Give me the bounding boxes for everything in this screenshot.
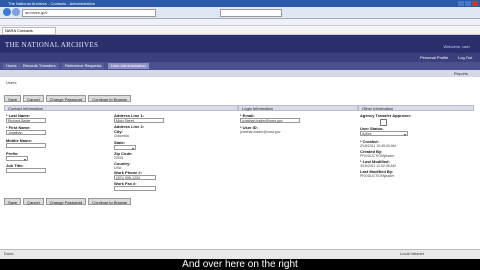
- cancel-button-bottom[interactable]: Cancel: [23, 198, 44, 205]
- page-section-label: Users: [6, 80, 17, 85]
- user-id-value: jonathan.bader@nara.gov: [240, 130, 281, 134]
- main-nav: Home Records Transfers Reference Request…: [0, 62, 480, 70]
- tab-home[interactable]: Home: [3, 63, 20, 69]
- status-text: Done: [4, 251, 14, 256]
- tab-user-administration[interactable]: User Administration: [108, 63, 149, 69]
- last-modified-value: 3/18/2011 11:52:46 AM: [360, 164, 396, 168]
- email-input[interactable]: jonathan.bader@nara.gov: [240, 118, 300, 123]
- window-controls: [458, 1, 478, 6]
- close-icon[interactable]: [472, 1, 478, 6]
- log-out-link[interactable]: Log Out: [458, 55, 472, 60]
- city-value: Columbia: [114, 134, 129, 138]
- cancel-button[interactable]: Cancel: [23, 95, 44, 102]
- tab-records-transfers[interactable]: Records Transfers: [20, 63, 59, 69]
- browser-tab[interactable]: NARA Contacts: [2, 27, 56, 35]
- save-button-bottom[interactable]: Save: [4, 198, 22, 205]
- back-icon[interactable]: [3, 8, 11, 16]
- reports-dropdown[interactable]: Reports: [454, 71, 468, 76]
- window-title: The National Archives - Contacts - Admin…: [0, 0, 480, 7]
- work-fax-input[interactable]: [114, 186, 156, 191]
- save-button[interactable]: Save: [4, 95, 22, 102]
- minimize-icon[interactable]: [458, 1, 464, 6]
- user-status-select[interactable]: Active: [360, 131, 408, 137]
- personal-profile-link[interactable]: Personal Profile: [420, 55, 448, 60]
- last-name-input[interactable]: Richard-Bader: [6, 118, 46, 123]
- created-by-value: PRODUCTION\jbader: [360, 154, 395, 158]
- first-name-input[interactable]: Jonathan: [6, 130, 46, 135]
- bottom-button-row: Save Cancel Change Password Continue to …: [4, 198, 132, 205]
- video-caption: And over here on the right: [182, 259, 298, 270]
- maximize-icon[interactable]: [465, 1, 471, 6]
- welcome-text: Welcome, user: [443, 44, 470, 49]
- zip-code-value: 20001: [114, 156, 124, 160]
- top-links-bar: [0, 53, 480, 62]
- tab-bar: NARA Contacts: [0, 26, 480, 35]
- security-zone-text: Local intranet: [400, 251, 425, 256]
- last-modified-by-value: PRODUCTION\jbader: [360, 174, 395, 178]
- contact-info-header: Contact Information: [4, 105, 238, 111]
- sub-nav: [0, 70, 480, 77]
- address-line-1-input[interactable]: Main Street: [114, 118, 164, 123]
- work-phone-input[interactable]: (301) 555-1234: [114, 175, 156, 180]
- address-bar: archives.gov: [0, 7, 480, 19]
- tab-reference-requests[interactable]: Reference Requests: [62, 63, 105, 69]
- agency-approver-label: Agency Transfer Approver:: [360, 113, 412, 118]
- other-info-header: Other Information: [358, 105, 474, 111]
- middle-name-input[interactable]: [6, 143, 46, 148]
- change-password-button-bottom[interactable]: Change Password: [45, 198, 87, 205]
- url-input[interactable]: archives.gov: [22, 9, 156, 17]
- state-select[interactable]: [114, 145, 136, 151]
- top-button-row: Save Cancel Change Password Continue to …: [4, 95, 132, 102]
- prefix-select[interactable]: [6, 156, 28, 162]
- continue-to-browse-button[interactable]: Continue to Browse: [88, 95, 132, 102]
- created-value: 3/18/2011 10:45:00 AM: [360, 144, 396, 148]
- continue-to-browse-button-bottom[interactable]: Continue to Browse: [88, 198, 132, 205]
- browser-toolbar: [0, 19, 480, 26]
- forward-icon[interactable]: [12, 8, 20, 16]
- job-title-input[interactable]: [6, 168, 46, 173]
- agency-approver-checkbox[interactable]: [380, 119, 387, 126]
- search-input[interactable]: [220, 9, 282, 17]
- site-logo: THE NATIONAL ARCHIVES: [5, 41, 99, 49]
- login-info-header: Login Information: [238, 105, 358, 111]
- browser-window: The National Archives - Contacts - Admin…: [0, 0, 480, 259]
- change-password-button[interactable]: Change Password: [45, 95, 87, 102]
